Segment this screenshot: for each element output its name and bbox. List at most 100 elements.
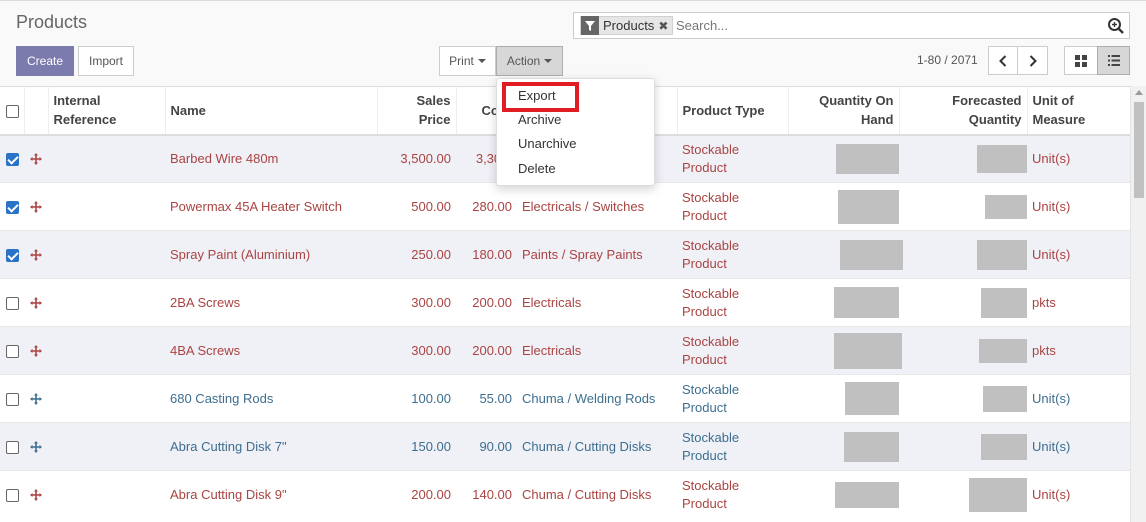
redacted-qty-block (835, 481, 899, 508)
print-button[interactable]: Print (439, 46, 496, 76)
col-uom[interactable]: Unit of Measure (1027, 86, 1131, 136)
row-handle-cell (24, 182, 48, 231)
scroll-up-arrow-icon[interactable] (1135, 90, 1143, 95)
row-checkbox[interactable] (6, 440, 19, 454)
handle-header (24, 86, 49, 136)
redacted-forecast-block (985, 194, 1027, 219)
col-qty-on-hand[interactable]: Quantity On Hand (788, 86, 900, 136)
internal-reference-cell (48, 326, 165, 375)
create-button[interactable]: Create (16, 46, 74, 76)
product-name: Abra Cutting Disk 9" (165, 470, 377, 519)
sales-price: 300.00 (377, 326, 456, 375)
facet-remove-icon[interactable]: ✖ (658, 19, 672, 33)
col-sales-price[interactable]: Sales Price (377, 86, 457, 136)
scroll-thumb[interactable] (1134, 102, 1144, 198)
row-checkbox[interactable] (6, 392, 19, 406)
row-checkbox[interactable] (6, 296, 19, 310)
menu-item-archive[interactable]: Archive (518, 110, 561, 130)
row-checkbox[interactable] (6, 152, 19, 166)
forecasted-qty-cell (899, 374, 1027, 423)
internal-reference-cell (48, 278, 165, 327)
col-product-type[interactable]: Product Type (677, 86, 789, 136)
caret-down-icon (477, 59, 486, 63)
pager-previous-button[interactable] (988, 46, 1018, 75)
forecasted-qty-cell (899, 326, 1027, 375)
pager-next-button[interactable] (1017, 46, 1048, 75)
row-checkbox[interactable] (6, 488, 19, 502)
row-checkbox[interactable] (6, 344, 19, 358)
menu-item-unarchive[interactable]: Unarchive (518, 134, 577, 154)
drag-handle-icon[interactable] (29, 248, 43, 262)
unit-of-measure: Unit(s) (1027, 422, 1130, 471)
redacted-forecast-block (977, 144, 1027, 173)
cost: 55.00 (456, 374, 517, 423)
select-all-checkbox[interactable] (6, 104, 19, 118)
redacted-qty-block (836, 143, 899, 174)
drag-handle-icon[interactable] (29, 200, 43, 214)
col-forecasted-qty[interactable]: Forecasted Quantity (899, 86, 1028, 136)
cost: 90.00 (456, 422, 517, 471)
product-type: Stockable Product (677, 278, 788, 327)
row-select-cell (0, 374, 24, 423)
search-facet[interactable]: Products ✖ (580, 16, 674, 35)
qty-on-hand-cell (788, 278, 899, 327)
drag-handle-icon[interactable] (29, 440, 43, 454)
drag-handle-icon[interactable] (29, 488, 43, 502)
unit-of-measure: Unit(s) (1027, 374, 1130, 423)
internal-reference-cell (48, 134, 165, 183)
row-select-cell (0, 326, 24, 375)
qty-on-hand-cell (788, 182, 899, 231)
drag-handle-icon[interactable] (29, 152, 43, 166)
action-button[interactable]: Action (496, 46, 563, 76)
top-divider (0, 0, 1146, 1)
row-handle-cell (24, 326, 48, 375)
table-row[interactable]: Powermax 45A Heater Switch 500.00 280.00 El… (0, 182, 1130, 231)
internal-reference-cell (48, 182, 165, 231)
product-category: Chuma / Welding Rods (517, 374, 677, 423)
forecasted-qty-cell (899, 230, 1027, 279)
product-type: Stockable Product (677, 470, 788, 519)
row-handle-cell (24, 422, 48, 471)
col-internal-reference[interactable]: Internal Reference (48, 86, 166, 136)
table-row[interactable]: 680 Casting Rods 100.00 55.00 Chuma / Weldi… (0, 374, 1130, 423)
redacted-qty-block (834, 332, 902, 369)
drag-handle-icon[interactable] (29, 296, 43, 310)
print-label: Print (449, 54, 474, 68)
filter-icon (581, 16, 599, 35)
facet-label: Products (603, 18, 655, 33)
search-box[interactable]: Products ✖ (573, 12, 1130, 39)
sales-price: 3,500.00 (377, 134, 456, 183)
import-button[interactable]: Import (78, 46, 134, 76)
drag-handle-icon[interactable] (29, 344, 43, 358)
redacted-qty-block (834, 287, 899, 318)
table-row[interactable]: 4BA Screws 300.00 200.00 Electricals Stockab… (0, 326, 1130, 375)
table-row[interactable]: Abra Cutting Disk 9" 200.00 140.00 Chuma / … (0, 470, 1130, 519)
redacted-qty-block (838, 189, 899, 224)
list-view-button[interactable] (1097, 46, 1130, 75)
forecasted-qty-cell (899, 278, 1027, 327)
kanban-view-button[interactable] (1064, 46, 1098, 75)
row-checkbox[interactable] (6, 248, 19, 262)
col-name[interactable]: Name (165, 86, 378, 136)
chevron-right-icon (1029, 54, 1037, 67)
vertical-scrollbar[interactable] (1130, 86, 1146, 522)
menu-item-delete[interactable]: Delete (518, 159, 556, 179)
product-category: Chuma / Cutting Disks (517, 470, 677, 519)
action-label: Action (506, 54, 541, 68)
search-input[interactable] (676, 16, 1096, 35)
qty-on-hand-cell (788, 374, 899, 423)
page-title: Products (16, 12, 88, 32)
qty-on-hand-cell (788, 422, 899, 471)
product-type: Stockable Product (677, 134, 788, 183)
row-select-cell (0, 278, 24, 327)
product-category: Paints / Spray Paints (517, 230, 677, 279)
product-type: Stockable Product (677, 326, 788, 375)
row-checkbox[interactable] (6, 200, 19, 214)
drag-handle-icon[interactable] (29, 392, 43, 406)
table-row[interactable]: Abra Cutting Disk 7" 150.00 90.00 Chuma / C… (0, 422, 1130, 471)
product-name: Spray Paint (Aluminium) (165, 230, 377, 279)
search-icon[interactable] (1107, 17, 1125, 35)
table-row[interactable]: 2BA Screws 300.00 200.00 Electricals Stockab… (0, 278, 1130, 327)
table-row[interactable]: Spray Paint (Aluminium) 250.00 180.00 Paint… (0, 230, 1130, 279)
forecasted-qty-cell (899, 422, 1027, 471)
